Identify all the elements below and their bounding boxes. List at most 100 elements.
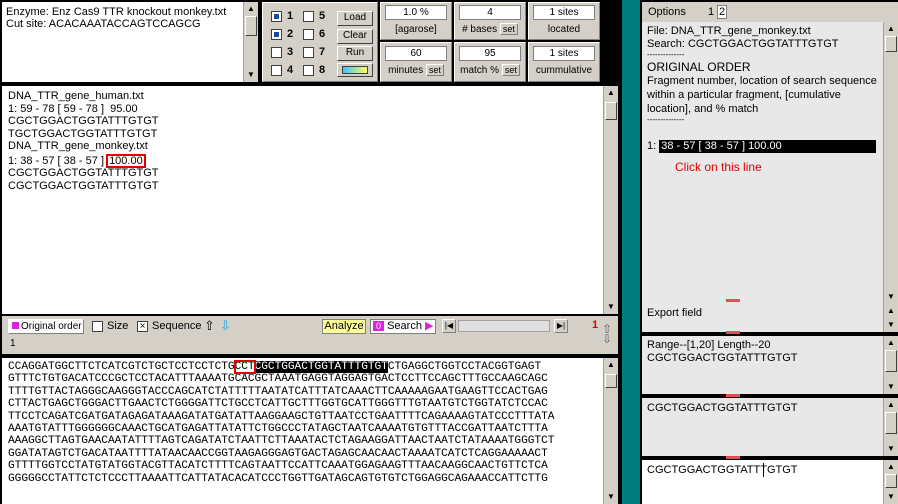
range-panel: Range--[1,20] Length--20 CGCTGGACTGGTATT…: [642, 336, 898, 394]
located-label: located: [547, 24, 581, 35]
lane-5-label: 5: [319, 10, 326, 22]
scroll-down-icon[interactable]: ▼: [605, 301, 617, 313]
results-line: TGCTGGACTGGTATTTGTGT: [8, 127, 158, 140]
scroll-down-icon[interactable]: ▼: [245, 69, 257, 81]
scroll-down-icon[interactable]: ▼: [885, 491, 897, 503]
scroll-down-icon[interactable]: ▼: [885, 381, 897, 393]
sequence-panel: CCAGGATGGCTTCTCATCGTCTGCTCCTCCTCTGCCTCGC…: [2, 358, 618, 504]
bases-label: # bases: [462, 24, 498, 35]
search-button[interactable]: 0 Search ▶: [370, 319, 436, 334]
match-value[interactable]: 95: [459, 46, 521, 61]
minutes-cell: 60 minutes set: [380, 42, 452, 82]
result-row[interactable]: 1: 38 - 57 [ 38 - 57 ] 100.00: [647, 140, 879, 153]
seqbox-scrollbar[interactable]: ▲ ▼: [883, 398, 898, 456]
scroll-up-icon[interactable]: ▲: [885, 399, 897, 411]
gel-icon-button[interactable]: [337, 63, 373, 77]
lane-1-label: 1: [287, 10, 294, 22]
scroll-thumb[interactable]: [245, 16, 257, 36]
export-panel: Export field ▲ ▼: [642, 304, 898, 332]
lane-8-label: 8: [319, 64, 326, 76]
scroll-up-icon[interactable]: ▲: [605, 359, 617, 371]
minutes-set-button[interactable]: set: [425, 64, 444, 76]
sequence-scrollbar[interactable]: ▲ ▼: [603, 358, 618, 504]
arrow-down-icon[interactable]: ⇩: [220, 318, 231, 334]
sites-value: 1 sites: [533, 5, 595, 20]
result-selected[interactable]: 38 - 57 [ 38 - 57 ] 100.00: [659, 140, 877, 153]
splitter-marker[interactable]: [726, 331, 740, 334]
text-cursor: [763, 463, 764, 477]
updown-icon[interactable]: ⇧ ⇩: [602, 323, 612, 345]
lane-1-checkbox[interactable]: [271, 11, 282, 22]
scroll-up-icon[interactable]: ▲: [885, 461, 897, 473]
agarose-value[interactable]: 1.0 %: [385, 5, 447, 20]
lane-6-checkbox[interactable]: [303, 29, 314, 40]
range-scrollbar[interactable]: ▲ ▼: [883, 336, 898, 394]
scroll-thumb[interactable]: [885, 36, 897, 52]
lane-7-checkbox[interactable]: [303, 47, 314, 58]
load-button[interactable]: Load: [337, 11, 373, 26]
agarose-cell: 1.0 % [agarose]: [380, 2, 452, 40]
tab-1[interactable]: 1: [708, 6, 714, 18]
match-percent-highlight: 100.00: [106, 153, 146, 168]
sequence-segment: CCAGGATGGCTTCTCATCGTCTGCTCCTCCTCTG: [8, 361, 235, 373]
bases-set-button[interactable]: set: [499, 23, 518, 35]
edit-panel: CGCTGGACTGGTATTTGTGT ▲ ▼: [642, 460, 898, 504]
tab-2[interactable]: 2: [717, 5, 728, 19]
last-page-icon[interactable]: ▶|: [554, 319, 568, 333]
click-hint: Click on this line: [675, 160, 762, 174]
match-row: match % set: [455, 64, 525, 76]
lane-4-checkbox[interactable]: [271, 65, 282, 76]
sequence-segment: CTGAGGCTGGTCCTACGGTGAGT: [387, 361, 542, 373]
scroll-thumb[interactable]: [885, 474, 897, 488]
scroll-thumb[interactable]: [885, 412, 897, 434]
cut-site-line: Cut site: ACACAAATACCAGTCCAGCG: [6, 18, 201, 30]
scroll-down-icon[interactable]: ▼: [885, 291, 897, 303]
scroll-thumb[interactable]: [885, 350, 897, 372]
sequence-checkbox[interactable]: ×: [137, 321, 148, 332]
size-checkbox[interactable]: [92, 321, 103, 332]
scroll-up-icon[interactable]: ▲: [885, 305, 897, 317]
export-scrollbar[interactable]: ▲ ▼: [883, 304, 898, 332]
file-line: File: DNA_TTR_gene_monkey.txt: [647, 25, 811, 37]
position-slider[interactable]: [458, 320, 550, 332]
enzyme-scrollbar[interactable]: ▲ ▼: [243, 2, 258, 82]
scroll-down-icon[interactable]: ▼: [885, 443, 897, 455]
lane-5-checkbox[interactable]: [303, 11, 314, 22]
lane-4-label: 4: [287, 64, 294, 76]
info-scrollbar[interactable]: ▲ ▼: [883, 22, 898, 304]
sequence-line: CCAGGATGGCTTCTCATCGTCTGCTCCTCCTCTGCCTCGC…: [8, 360, 554, 374]
scroll-up-icon[interactable]: ▲: [885, 23, 897, 35]
scroll-thumb[interactable]: [605, 374, 617, 388]
lane-8-checkbox[interactable]: [303, 65, 314, 76]
minutes-value[interactable]: 60: [385, 46, 447, 61]
edit-scrollbar[interactable]: ▲ ▼: [883, 460, 898, 504]
original-order-button[interactable]: Original order: [8, 319, 84, 334]
arrow-up-icon[interactable]: ⇧: [204, 318, 215, 334]
splitter-marker[interactable]: [726, 456, 740, 459]
scroll-down-icon[interactable]: ▼: [885, 319, 897, 331]
scroll-up-icon[interactable]: ▲: [885, 337, 897, 349]
splitter-marker[interactable]: [726, 299, 740, 302]
scroll-up-icon[interactable]: ▲: [245, 3, 257, 15]
lane-2-checkbox[interactable]: [271, 29, 282, 40]
lane-3-checkbox[interactable]: [271, 47, 282, 58]
clear-button[interactable]: Clear: [337, 29, 373, 44]
scroll-down-icon[interactable]: ▼: [605, 491, 617, 503]
range-line: Range--[1,20] Length--20: [647, 339, 771, 351]
results-panel: DNA_TTR_gene_human.txt 1: 59 - 78 [ 59 -…: [2, 86, 618, 314]
analyze-button[interactable]: Analyze: [322, 319, 366, 334]
sequence-line: GTTTTGGTCCTATGTATGGTACGTTACATCTTTTCAGTAA…: [8, 460, 548, 473]
results-scrollbar[interactable]: ▲ ▼: [603, 86, 618, 314]
scroll-thumb[interactable]: [605, 102, 617, 120]
match-set-button[interactable]: set: [501, 64, 520, 76]
dash-line: --------------: [647, 115, 685, 124]
bases-value[interactable]: 4: [459, 5, 521, 20]
first-page-icon[interactable]: |◀: [442, 319, 456, 333]
scroll-up-icon[interactable]: ▲: [605, 87, 617, 99]
edit-field[interactable]: CGCTGGACTGGTATTTGTGT: [647, 464, 798, 476]
tab-options[interactable]: Options: [648, 6, 686, 18]
splitter-marker[interactable]: [726, 394, 740, 397]
run-button[interactable]: Run: [337, 46, 373, 61]
selected-sequence[interactable]: CGCTGGACTGGTATTTGTGT: [254, 361, 388, 373]
sequence-line: TTCCTCAGATCGATGATAGAGATAAAGATATGATATTAAG…: [8, 410, 555, 423]
